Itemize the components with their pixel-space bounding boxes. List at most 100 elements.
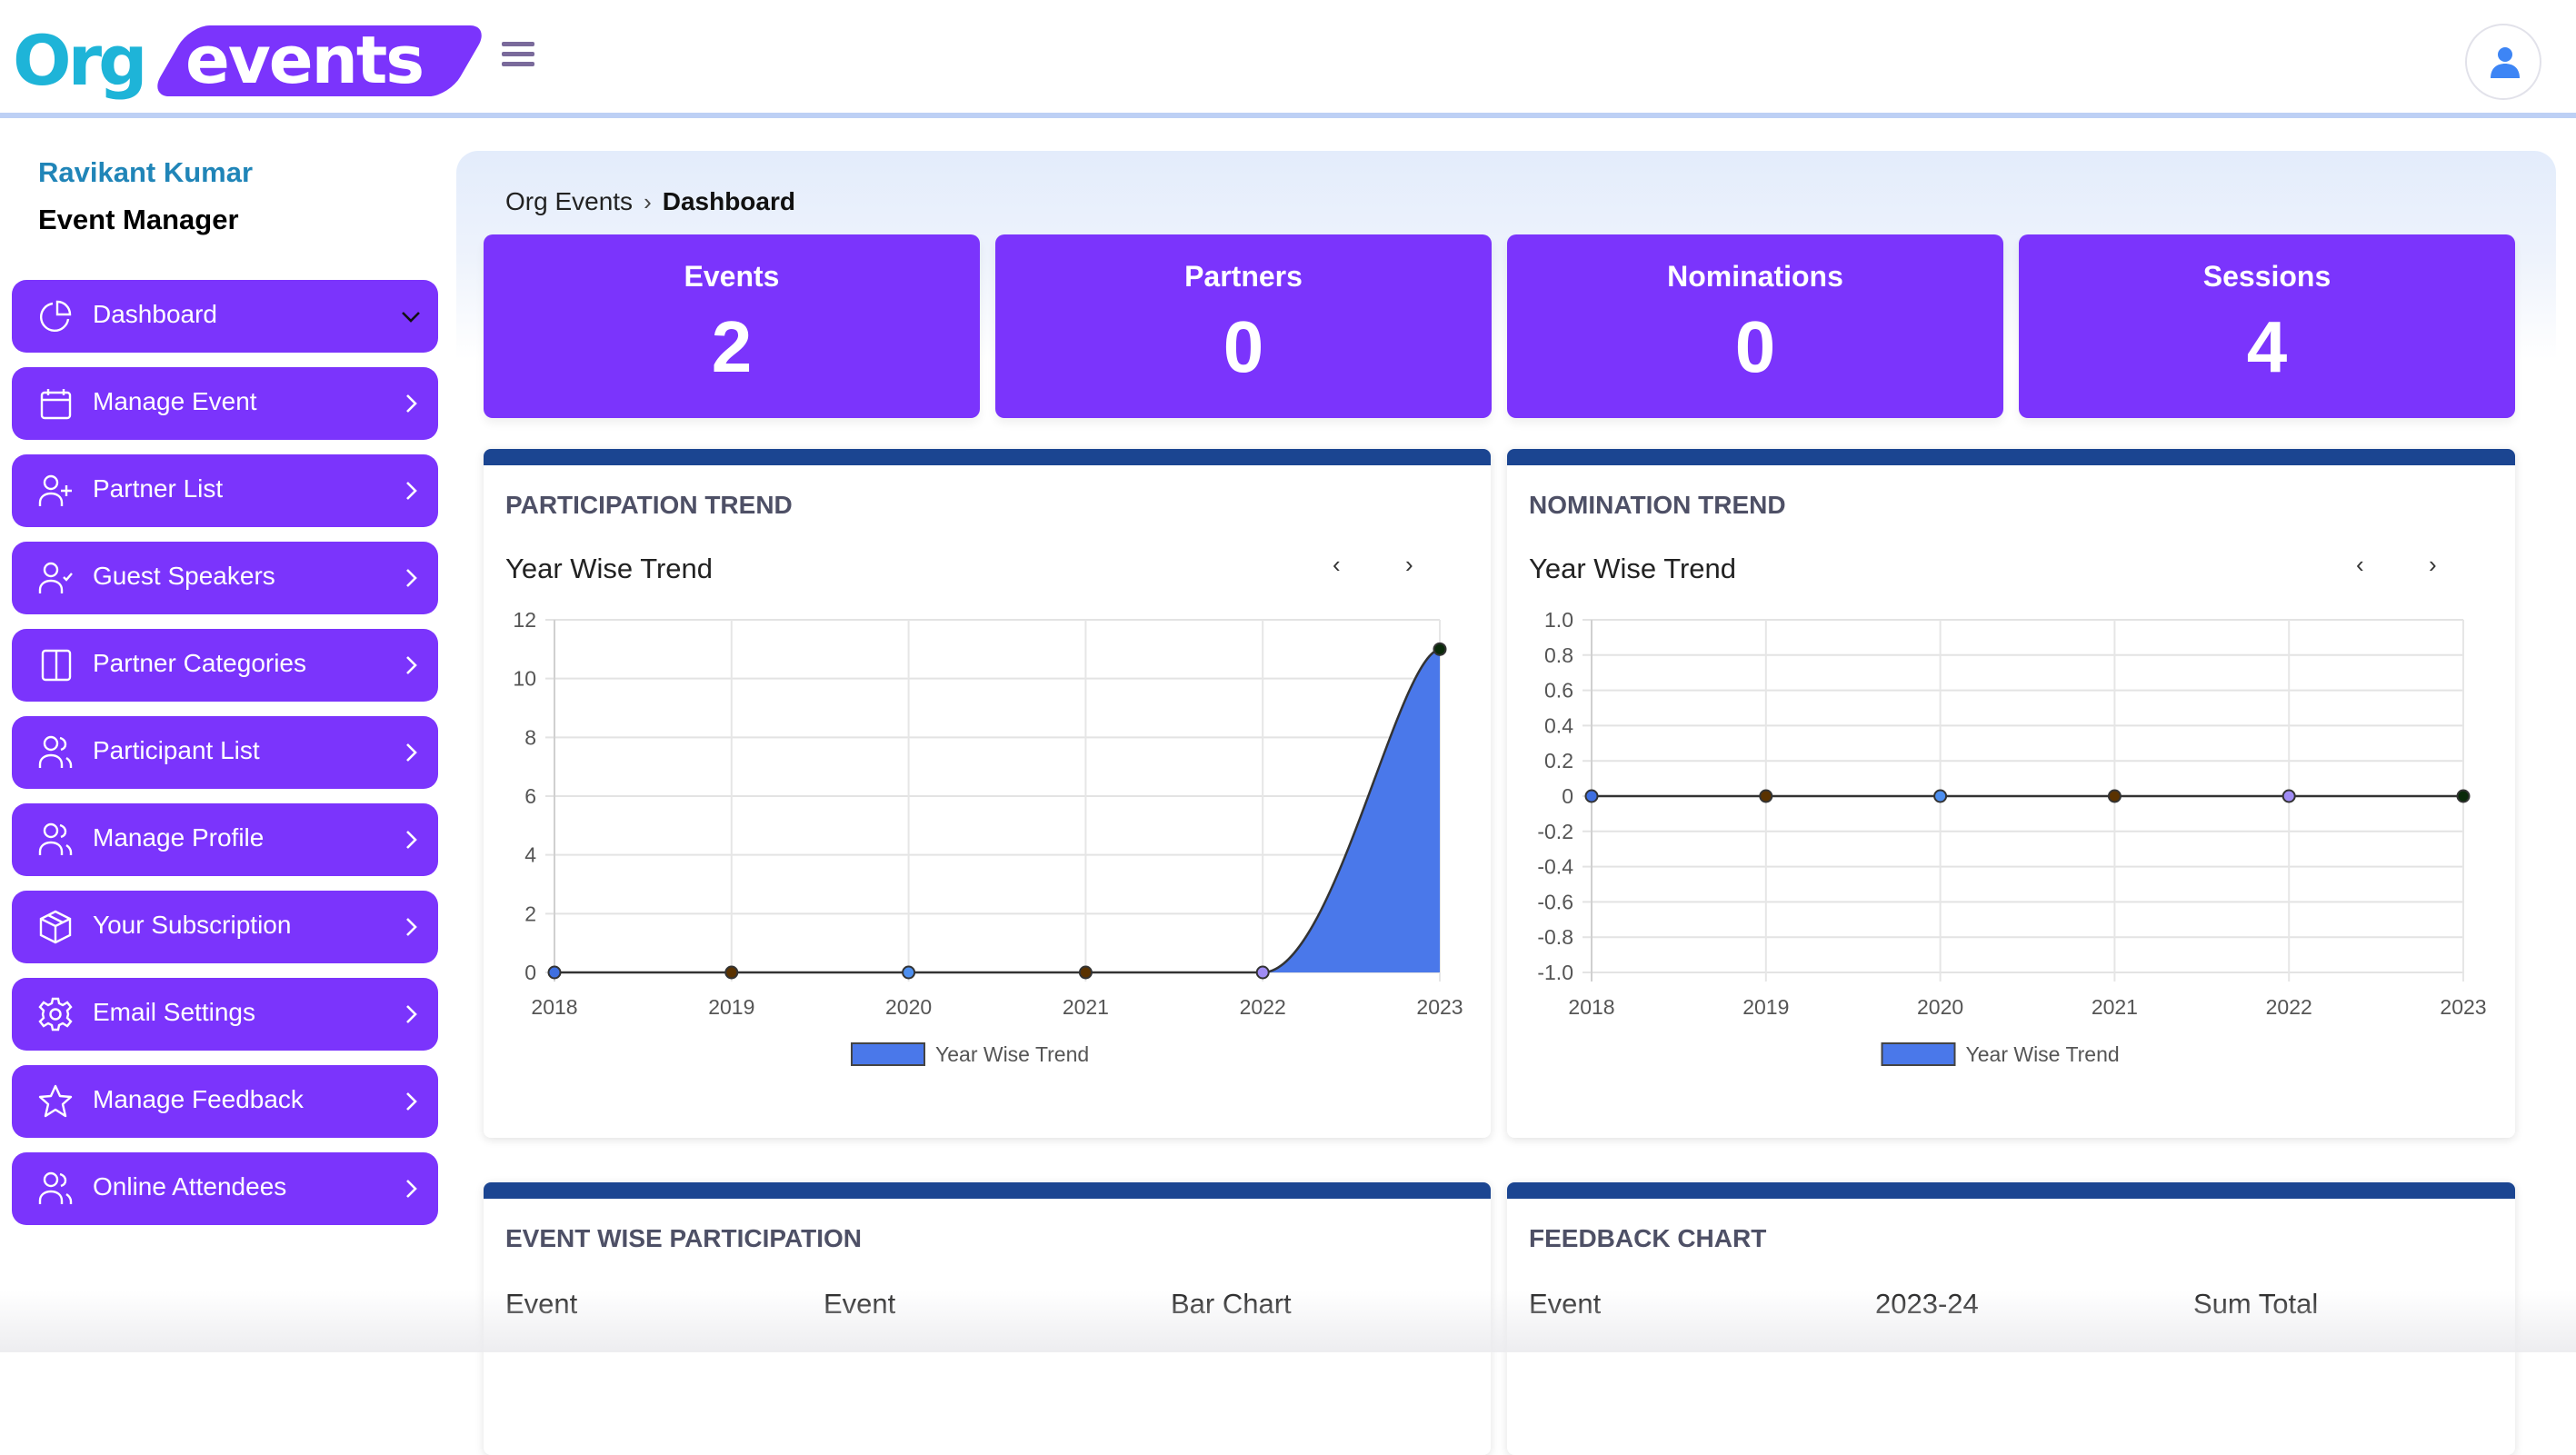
x-tick-label: 2018 <box>1568 995 1614 1019</box>
chart-prev-button[interactable]: ‹ <box>1333 551 1341 579</box>
gear-icon <box>38 997 73 1031</box>
chevron-down-icon <box>402 312 420 323</box>
chart-next-button[interactable]: › <box>1405 551 1413 579</box>
x-tick-label: 2023 <box>1416 995 1463 1019</box>
stat-card-events[interactable]: Events 2 <box>484 234 980 418</box>
chevron-right-icon <box>406 1092 417 1111</box>
user-check-icon <box>38 562 73 593</box>
card-topbar <box>484 449 1491 465</box>
sidebar-item-label: Manage Feedback <box>93 1085 304 1113</box>
x-tick-label: 2020 <box>1917 995 1963 1019</box>
logo-org-text: Org <box>13 20 147 101</box>
event-wise-participation-card: EVENT WISE PARTICIPATION Event Event Bar… <box>484 1182 1491 1455</box>
y-tick-label: 0.2 <box>1544 749 1573 772</box>
stat-value: 2 <box>711 306 753 387</box>
y-tick-label: 12 <box>513 608 536 632</box>
chart-next-button[interactable]: › <box>2429 551 2437 579</box>
users-icon <box>38 1171 73 1204</box>
columns-icon <box>41 649 72 682</box>
data-point <box>1759 789 1773 803</box>
breadcrumb-separator-icon: › <box>644 188 652 215</box>
sidebar-item-guest-speakers[interactable]: Guest Speakers <box>12 542 438 614</box>
user-plus-icon <box>38 474 72 506</box>
y-tick-label: -0.2 <box>1537 820 1573 843</box>
area-fill <box>554 649 1440 972</box>
column-header: 2023-24 <box>1875 1288 1979 1320</box>
card-topbar <box>1507 449 2515 465</box>
sidebar-item-manage-profile[interactable]: Manage Profile <box>12 803 438 876</box>
top-header: Org events <box>0 0 2576 118</box>
x-tick-label: 2019 <box>708 995 754 1019</box>
breadcrumb-root-link[interactable]: Org Events <box>505 187 633 215</box>
chevron-right-icon <box>406 394 417 413</box>
sidebar-item-your-subscription[interactable]: Your Subscription <box>12 891 438 963</box>
sidebar-item-manage-feedback[interactable]: Manage Feedback <box>12 1065 438 1138</box>
sidebar-item-partner-categories[interactable]: Partner Categories <box>12 629 438 702</box>
card-title: FEEDBACK CHART <box>1529 1224 1767 1252</box>
card-title: PARTICIPATION TREND <box>505 491 793 519</box>
stat-card-sessions[interactable]: Sessions 4 <box>2019 234 2515 418</box>
participation-trend-card: PARTICIPATION TREND Year Wise Trend ‹ › … <box>484 449 1491 1138</box>
feedback-chart-card: FEEDBACK CHART Event 2023-24 Sum Total <box>1507 1182 2515 1455</box>
hamburger-icon[interactable] <box>502 42 534 71</box>
data-point <box>724 965 739 980</box>
stat-card-partners[interactable]: Partners 0 <box>995 234 1492 418</box>
legend-swatch <box>1881 1042 1956 1066</box>
sidebar-item-participant-list[interactable]: Participant List <box>12 716 438 789</box>
sidebar-item-label: Participant List <box>93 736 260 764</box>
y-tick-label: -0.6 <box>1537 890 1573 913</box>
y-tick-label: 0 <box>524 961 536 984</box>
y-tick-label: -0.4 <box>1537 855 1573 879</box>
column-header: Bar Chart <box>1171 1288 1292 1320</box>
legend-label: Year Wise Trend <box>1966 1042 2120 1066</box>
card-topbar <box>484 1182 1491 1199</box>
data-point <box>1584 789 1599 803</box>
y-tick-label: -0.8 <box>1537 925 1573 949</box>
chart-prev-button[interactable]: ‹ <box>2356 551 2364 579</box>
sidebar-item-email-settings[interactable]: Email Settings <box>12 978 438 1051</box>
stat-value: 0 <box>1734 306 1776 387</box>
breadcrumb: Org Events › Dashboard <box>505 187 795 216</box>
nomination-trend-card: NOMINATION TREND Year Wise Trend ‹ › -1.… <box>1507 449 2515 1138</box>
sidebar-item-label: Email Settings <box>93 998 255 1026</box>
users-icon <box>38 735 73 768</box>
sidebar-item-label: Manage Event <box>93 387 257 415</box>
y-tick-label: -1.0 <box>1537 961 1573 984</box>
stat-label: Sessions <box>2202 260 2331 293</box>
sidebar-item-manage-event[interactable]: Manage Event <box>12 367 438 440</box>
column-header: Event <box>1529 1288 1602 1320</box>
sidebar-item-label: Manage Profile <box>93 823 265 852</box>
participation-chart: 0 2 4 6 8 10 12 2018 2019 2020 2021 2022 2023 Year Wi… <box>513 608 1463 1066</box>
column-header: Event <box>824 1288 896 1320</box>
series-line <box>554 648 1441 974</box>
sidebar-item-partner-list[interactable]: Partner List <box>12 454 438 527</box>
user-avatar-button[interactable] <box>2465 24 2541 100</box>
y-tick-label: 4 <box>524 843 536 867</box>
sidebar-item-label: Your Subscription <box>93 911 292 939</box>
data-point <box>1078 965 1093 980</box>
stat-value: 0 <box>1223 306 1264 387</box>
stat-card-nominations[interactable]: Nominations 0 <box>1507 234 2003 418</box>
stat-label: Events <box>684 260 780 293</box>
sidebar-item-label: Online Attendees <box>93 1172 287 1201</box>
x-tick-label: 2018 <box>531 995 577 1019</box>
data-point <box>547 965 562 980</box>
y-tick-label: 0.8 <box>1544 643 1573 667</box>
app-logo[interactable]: Org events <box>13 20 491 101</box>
chevron-right-icon <box>406 831 417 849</box>
x-tick-label: 2022 <box>2266 995 2312 1019</box>
stat-label: Partners <box>1184 260 1303 293</box>
sidebar-item-dashboard[interactable]: Dashboard <box>12 280 438 353</box>
chevron-right-icon <box>406 569 417 587</box>
y-tick-label: 6 <box>524 784 536 808</box>
star-icon <box>38 1084 73 1118</box>
sidebar-item-online-attendees[interactable]: Online Attendees <box>12 1152 438 1225</box>
data-point <box>2107 789 2122 803</box>
x-tick-label: 2020 <box>885 995 932 1019</box>
data-point <box>902 965 916 980</box>
y-tick-label: 2 <box>524 902 536 925</box>
data-point <box>1255 965 1270 980</box>
data-point <box>1433 642 1447 656</box>
card-title: EVENT WISE PARTICIPATION <box>505 1224 863 1252</box>
chevron-right-icon <box>406 656 417 674</box>
